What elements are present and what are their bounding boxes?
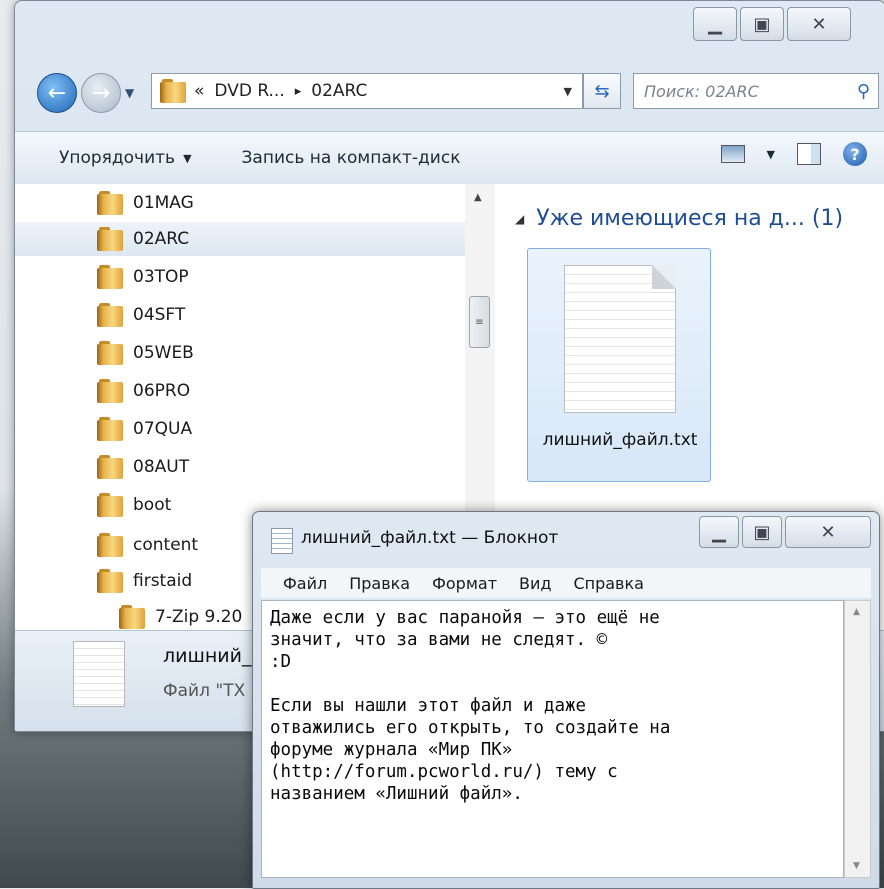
preview-pane-icon[interactable] (797, 143, 821, 165)
notepad-title: лишний_файл.txt — Блокнот (301, 528, 559, 548)
tree-item-01mag[interactable]: 01MAG (15, 186, 465, 220)
forward-button[interactable]: → (81, 73, 121, 113)
navigation-bar: ← → ▼ « DVD R... ▸ 02ARC ▼ ⇆ Поиск: 02AR… (37, 73, 879, 113)
folder-icon (160, 79, 186, 103)
minimize-button[interactable]: ▁ (693, 7, 737, 41)
tree-item-label: 05WEB (133, 343, 194, 363)
tree-item-label: firstaid (133, 571, 193, 591)
tree-item-label: 03TOP (133, 267, 189, 287)
folder-icon (97, 265, 123, 289)
details-file-type: Файл "TX (163, 681, 246, 701)
folder-icon (97, 533, 123, 557)
notepad-text-area[interactable]: Даже если у вас паранойя – это ещё не зн… (261, 600, 844, 878)
search-placeholder: Поиск: 02ARC (644, 81, 759, 101)
close-icon: ✕ (820, 521, 836, 543)
tree-item-07qua[interactable]: 07QUA (15, 412, 465, 446)
help-icon[interactable]: ? (843, 142, 867, 166)
maximize-button[interactable]: ▣ (740, 7, 784, 41)
forward-icon: → (91, 80, 111, 106)
maximize-icon: ▣ (753, 13, 771, 35)
tree-item-label: 04SFT (133, 305, 186, 325)
tree-item-label: 06PRO (133, 381, 191, 401)
folder-icon (97, 493, 123, 517)
tree-item-label: 07QUA (133, 419, 193, 439)
recent-pages-dropdown[interactable]: ▼ (125, 86, 134, 100)
menu-edit[interactable]: Правка (349, 574, 410, 593)
maximize-icon: ▣ (753, 521, 771, 543)
address-dropdown-icon[interactable]: ▼ (564, 85, 572, 98)
breadcrumb-separator[interactable]: ▸ (295, 84, 302, 99)
minimize-icon: ▁ (712, 521, 726, 543)
tree-item-03top[interactable]: 03TOP (15, 260, 465, 294)
group-header-label: Уже имеющиеся на д... (1) (536, 206, 844, 231)
breadcrumb-dvd[interactable]: DVD R... (214, 81, 284, 101)
notepad-maximize-button[interactable]: ▣ (742, 516, 782, 548)
search-input[interactable]: Поиск: 02ARC ⚲ (633, 73, 879, 109)
collapse-triangle-icon[interactable]: ◢ (515, 212, 524, 226)
command-bar-right: ▼ ? (720, 142, 867, 166)
tree-item-08aut[interactable]: 08AUT (15, 450, 465, 484)
back-icon: ← (47, 80, 67, 106)
menu-help[interactable]: Справка (573, 574, 644, 593)
notepad-minimize-button[interactable]: ▁ (699, 516, 739, 548)
tree-item-label: content (133, 535, 199, 555)
view-icon[interactable] (720, 145, 745, 163)
scroll-down-arrow[interactable]: ▼ (853, 861, 860, 871)
organize-label: Упорядочить (59, 148, 176, 168)
notepad-menu-bar: Файл Правка Формат Вид Справка (261, 568, 871, 598)
organize-button[interactable]: Упорядочить ▼ (59, 148, 192, 168)
refresh-button[interactable]: ⇆ (583, 73, 621, 109)
refresh-icon: ⇆ (594, 80, 610, 102)
folder-icon (97, 379, 123, 403)
scroll-up-arrow[interactable]: ▲ (474, 192, 482, 203)
folder-icon (97, 455, 123, 479)
tree-item-label: 08AUT (133, 457, 190, 477)
tree-item-04sft[interactable]: 04SFT (15, 298, 465, 332)
search-icon[interactable]: ⚲ (857, 81, 870, 102)
minimize-icon: ▁ (708, 13, 722, 35)
address-history-glyph[interactable]: « (194, 81, 204, 101)
text-file-icon (564, 265, 676, 413)
scrollbar-thumb[interactable]: ≡ (469, 296, 490, 348)
burn-button[interactable]: Запись на компакт-диск (242, 148, 461, 168)
folder-icon (97, 569, 123, 593)
tree-item-label: 02ARC (133, 229, 190, 249)
chevron-down-icon: ▼ (183, 151, 192, 165)
notepad-scrollbar[interactable]: ▲ ▼ (844, 600, 871, 878)
folder-icon (97, 191, 123, 215)
folder-icon (97, 417, 123, 441)
close-icon: ✕ (811, 13, 827, 35)
command-bar: Упорядочить ▼ Запись на компакт-диск ▼ ? (15, 131, 884, 185)
menu-view[interactable]: Вид (519, 574, 551, 593)
menu-format[interactable]: Формат (432, 574, 497, 593)
file-tile-label: лишний_файл.txt (542, 430, 698, 450)
tree-item-02arc[interactable]: 02ARC (15, 222, 465, 256)
notepad-window: лишний_файл.txt — Блокнот ▁ ▣ ✕ Файл Пра… (252, 511, 880, 889)
burn-label: Запись на компакт-диск (241, 148, 461, 168)
menu-file[interactable]: Файл (283, 574, 327, 593)
breadcrumb-02arc[interactable]: 02ARC (311, 81, 367, 101)
tree-item-label: 01MAG (133, 193, 194, 213)
folder-icon (97, 341, 123, 365)
notepad-close-button[interactable]: ✕ (785, 516, 871, 548)
back-button[interactable]: ← (37, 73, 77, 113)
address-bar[interactable]: « DVD R... ▸ 02ARC ▼ (151, 73, 583, 109)
close-button[interactable]: ✕ (787, 7, 851, 41)
file-tile[interactable]: лишний_файл.txt (527, 248, 711, 482)
notepad-window-controls: ▁ ▣ ✕ (699, 516, 871, 548)
text-file-icon (73, 641, 125, 707)
tree-item-label: 7-Zip 9.20 (155, 607, 243, 627)
scroll-up-arrow[interactable]: ▲ (853, 607, 860, 617)
details-file-name: лишний_ (163, 645, 252, 667)
tree-item-label: boot (133, 495, 172, 515)
folder-icon (119, 605, 145, 629)
notepad-icon (271, 528, 293, 554)
view-dropdown-icon[interactable]: ▼ (767, 148, 775, 161)
folder-icon (97, 227, 123, 251)
group-header[interactable]: ◢ Уже имеющиеся на д... (1) (515, 206, 843, 231)
tree-item-05web[interactable]: 05WEB (15, 336, 465, 370)
explorer-window-controls: ▁ ▣ ✕ (693, 7, 851, 41)
tree-item-06pro[interactable]: 06PRO (15, 374, 465, 408)
folder-icon (97, 303, 123, 327)
